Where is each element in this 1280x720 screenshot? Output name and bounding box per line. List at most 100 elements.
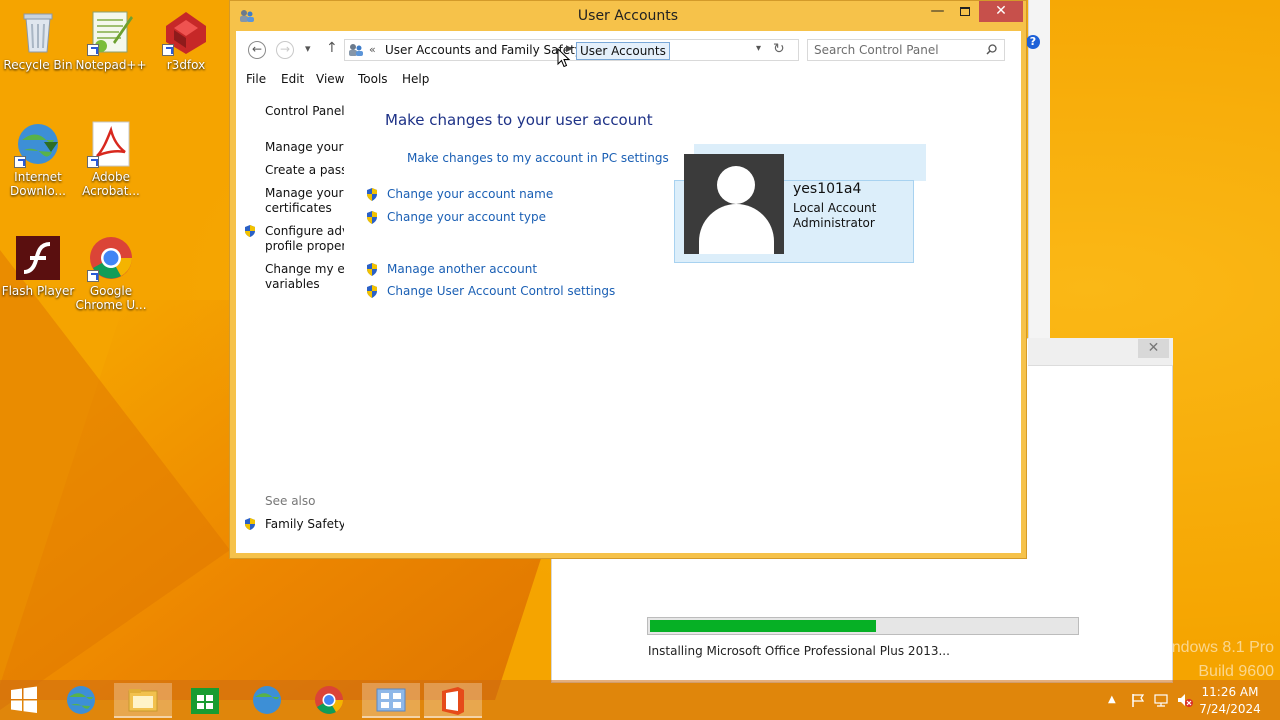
sidebar-control-panel-home[interactable]: Control Panel xyxy=(265,104,344,119)
start-button[interactable] xyxy=(10,686,38,714)
uac-shield-icon xyxy=(365,210,379,225)
refresh-icon[interactable]: ↻ xyxy=(773,41,785,57)
watermark-edition: Windows 8.1 Pro xyxy=(1153,639,1274,656)
sidebar-change-environment-variables[interactable]: Change my environment xyxy=(265,262,344,277)
user-account-tile[interactable]: yes101a4 Local Account Administrator xyxy=(674,154,914,263)
shortcut-arrow-icon xyxy=(162,44,174,56)
sidebar-create-password-reset[interactable]: Create a password reset disk xyxy=(265,163,344,178)
manage-another-account-link[interactable]: Manage another account xyxy=(387,262,537,276)
menu-bar: File Edit View Tools Help xyxy=(236,69,1021,91)
installer-close-button[interactable]: ✕ xyxy=(1138,339,1169,358)
pc-settings-link[interactable]: Make changes to my account in PC setting… xyxy=(407,151,669,165)
install-status-text: Installing Microsoft Office Professional… xyxy=(648,644,950,658)
desktop-icon-internet-download[interactable]: Internet Downlo... xyxy=(0,120,76,198)
change-account-type-link[interactable]: Change your account type xyxy=(387,210,546,224)
desktop-icon-google-chrome[interactable]: Google Chrome U... xyxy=(73,234,149,312)
desktop-icon-label: Notepad++ xyxy=(75,58,147,72)
address-dropdown-icon[interactable]: ▾ xyxy=(756,43,761,54)
uac-shield-icon xyxy=(365,262,379,277)
shortcut-arrow-icon xyxy=(87,44,99,56)
help-icon[interactable]: ? xyxy=(1026,35,1040,49)
flash-player-icon xyxy=(14,234,62,282)
forward-button[interactable]: → xyxy=(276,41,294,59)
sidebar-manage-credentials[interactable]: Manage your credentials xyxy=(265,140,344,155)
sidebar-manage-file-encryption-line2[interactable]: certificates xyxy=(265,201,344,216)
internet-download-manager-icon xyxy=(67,686,95,714)
search-icon[interactable] xyxy=(986,44,997,55)
minimize-button[interactable]: — xyxy=(924,1,951,22)
desktop-icon-label: Recycle Bin xyxy=(3,58,73,72)
background-window-edge xyxy=(1028,0,1050,338)
sidebar-change-environment-variables-line2[interactable]: variables xyxy=(265,277,344,292)
action-center-flag-icon[interactable] xyxy=(1130,692,1146,708)
address-bar[interactable]: « User Accounts and Family Safety ▶ User… xyxy=(344,39,799,61)
search-box[interactable] xyxy=(807,39,1005,61)
desktop-icon-notepadpp[interactable]: Notepad++ xyxy=(73,8,149,72)
notepadpp-icon xyxy=(87,8,135,56)
recent-locations-chevron-icon[interactable]: ▾ xyxy=(305,42,311,55)
menu-edit[interactable]: Edit xyxy=(281,72,304,86)
sidebar-configure-advanced-profile[interactable]: Configure advanced user xyxy=(265,224,344,239)
taskbar-chrome[interactable] xyxy=(300,683,358,718)
shortcut-arrow-icon xyxy=(87,156,99,168)
control-panel-icon xyxy=(348,43,364,57)
avatar xyxy=(684,154,784,254)
taskbar-internet-download-manager[interactable] xyxy=(52,683,110,718)
adobe-acrobat-icon xyxy=(87,120,135,168)
taskbar-file-explorer[interactable] xyxy=(114,683,172,718)
desktop-icon-label: Internet Downlo... xyxy=(10,170,66,198)
menu-view[interactable]: View xyxy=(316,72,344,86)
window-titlebar[interactable]: User Accounts — ✕ xyxy=(230,1,1026,31)
taskbar-office-setup[interactable] xyxy=(424,683,482,718)
taskbar-store[interactable] xyxy=(176,683,234,718)
chrome-icon xyxy=(315,686,343,714)
user-name: yes101a4 xyxy=(793,181,862,197)
taskbar-internet-download-manager-2[interactable] xyxy=(238,683,296,718)
sidebar-family-safety[interactable]: Family Safety xyxy=(265,517,344,532)
windows-watermark: Windows 8.1 Pro Build 9600 xyxy=(1153,636,1274,684)
breadcrumb-user-accounts[interactable]: User Accounts xyxy=(576,42,670,60)
avatar-head xyxy=(717,166,755,204)
address-overflow-icon[interactable]: « xyxy=(369,43,376,56)
maximize-icon xyxy=(959,7,970,16)
uac-shield-icon xyxy=(365,284,379,299)
search-input[interactable] xyxy=(814,43,974,57)
change-account-name-link[interactable]: Change your account name xyxy=(387,187,553,201)
recycle-bin-icon xyxy=(14,8,62,56)
breadcrumb-user-accounts-family-safety[interactable]: User Accounts and Family Safety xyxy=(385,43,582,57)
close-button[interactable]: ✕ xyxy=(979,1,1023,22)
install-progress-bar xyxy=(647,617,1079,635)
uac-shield-icon xyxy=(243,224,257,238)
network-icon[interactable] xyxy=(1153,692,1169,708)
store-icon xyxy=(191,688,219,714)
menu-help[interactable]: Help xyxy=(402,72,429,86)
up-arrow-icon[interactable]: ↑ xyxy=(326,40,338,56)
user-account-role: Administrator xyxy=(793,216,875,230)
desktop-icon-r3dfox[interactable]: r3dfox xyxy=(148,8,224,72)
page-title: Make changes to your user account xyxy=(385,111,653,129)
uac-shield-icon xyxy=(243,517,257,531)
internet-download-manager-icon xyxy=(14,120,62,168)
sidebar-configure-advanced-profile-line2[interactable]: profile properties xyxy=(265,239,344,254)
tray-show-hidden-icon[interactable]: ▲ xyxy=(1108,694,1116,705)
taskbar-control-panel[interactable] xyxy=(362,683,420,718)
see-also-heading: See also xyxy=(265,494,316,508)
sidebar-manage-file-encryption[interactable]: Manage your file encryption xyxy=(265,186,344,201)
desktop-shape-left xyxy=(0,250,230,710)
desktop-icon-flash-player[interactable]: Flash Player xyxy=(0,234,76,298)
desktop-icon-recycle-bin[interactable]: Recycle Bin xyxy=(0,8,76,72)
change-uac-settings-link[interactable]: Change User Account Control settings xyxy=(387,284,615,298)
shortcut-arrow-icon xyxy=(14,156,26,168)
desktop-icon-adobe-acrobat[interactable]: Adobe Acrobat... xyxy=(73,120,149,198)
internet-download-manager-icon xyxy=(253,686,281,714)
desktop-icon-label: Google Chrome U... xyxy=(75,284,147,312)
desktop-icon-label: Flash Player xyxy=(1,284,75,298)
folder-icon xyxy=(128,689,158,712)
desktop-icon-label: r3dfox xyxy=(166,58,206,72)
back-button[interactable]: ← xyxy=(248,41,266,59)
menu-tools[interactable]: Tools xyxy=(358,72,388,86)
taskbar-clock[interactable]: 11:26 AM 7/24/2024 xyxy=(1190,684,1270,718)
maximize-button[interactable] xyxy=(951,1,978,22)
navigation-bar: ← → ▾ ↑ « User Accounts and Family Safet… xyxy=(236,31,1021,69)
menu-file[interactable]: File xyxy=(246,72,266,86)
